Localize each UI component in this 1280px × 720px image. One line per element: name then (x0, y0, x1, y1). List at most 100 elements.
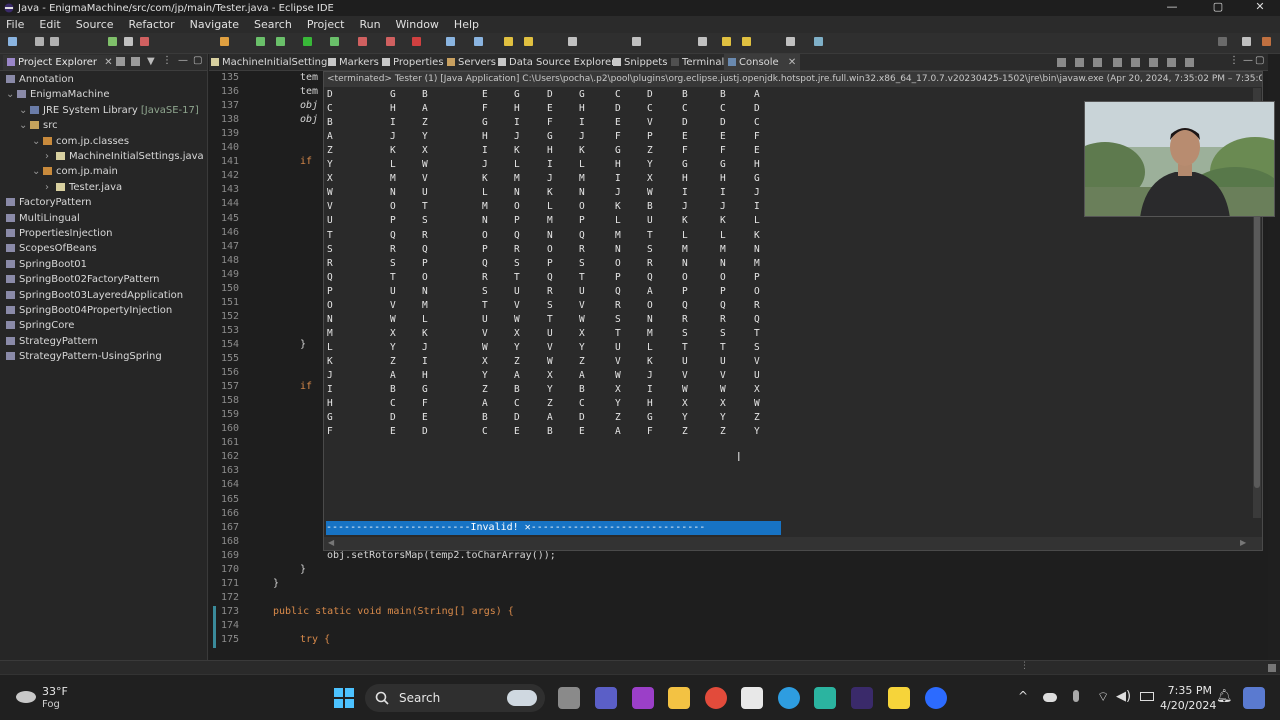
close-tab-icon[interactable]: ✕ (104, 57, 112, 68)
sticky-notes-icon[interactable] (888, 687, 910, 709)
tree-item[interactable]: StrategyPattern (6, 334, 98, 349)
app-icon[interactable] (814, 687, 836, 709)
pin-console-icon[interactable] (1149, 58, 1158, 67)
menu-window[interactable]: Window (396, 18, 439, 31)
toolbar-search-icon[interactable] (1218, 37, 1227, 46)
console-clear-icon[interactable] (1093, 58, 1102, 67)
tree-item[interactable]: ⌄ EnigmaMachine (6, 87, 110, 102)
scroll-right-icon[interactable]: ▶ (1240, 538, 1246, 547)
tree-item[interactable]: SpringBoot01 (6, 257, 87, 272)
menu-edit[interactable]: Edit (39, 18, 60, 31)
maximize-button[interactable]: ▢ (1200, 0, 1236, 16)
view-menu-console-icon[interactable]: ⋮ (1229, 55, 1239, 66)
word-wrap-icon[interactable] (1131, 58, 1140, 67)
microphone-icon[interactable] (1073, 690, 1079, 702)
tab-snippets[interactable]: Snippets (613, 54, 667, 71)
view-menu-icon[interactable]: ⋮ (162, 55, 172, 66)
tab-terminal[interactable]: Terminal (671, 54, 724, 71)
volume-icon[interactable]: ◀) (1116, 689, 1131, 704)
pin-icon[interactable] (814, 37, 823, 46)
tree-item[interactable]: ScopesOfBeans (6, 241, 97, 256)
save-icon[interactable] (35, 37, 44, 46)
edit-pencil-icon[interactable] (524, 37, 533, 46)
close-window-button[interactable]: ✕ (1242, 0, 1278, 16)
menu-project[interactable]: Project (307, 18, 345, 31)
copilot-icon[interactable] (1243, 687, 1265, 709)
menu-file[interactable]: File (6, 18, 24, 31)
file-explorer-icon[interactable] (668, 687, 690, 709)
system-clock[interactable]: 7:35 PM 4/20/2024 (1160, 683, 1216, 713)
toggle-breakpoint-icon[interactable] (412, 37, 421, 46)
tab-machine-initial-settings[interactable]: MachineInitialSetting (211, 54, 327, 71)
menu-search[interactable]: Search (254, 18, 292, 31)
tree-item[interactable]: SpringBoot02FactoryPattern (6, 272, 160, 287)
tree-item[interactable]: ⌄ JRE System Library [JavaSE-17] (19, 103, 199, 118)
tree-expander-icon[interactable]: ⌄ (19, 118, 28, 133)
store-icon[interactable] (741, 687, 763, 709)
project-explorer-tab[interactable]: Project Explorer ✕ (3, 55, 117, 70)
tree-expander-icon[interactable]: › (45, 149, 54, 164)
new-class-icon[interactable] (474, 37, 483, 46)
progress-view-icon[interactable] (1268, 664, 1276, 672)
notifications-bell-icon[interactable]: 🔔︎ (1216, 689, 1233, 704)
scroll-lock-icon[interactable] (1113, 58, 1122, 67)
scroll-left-icon[interactable]: ◀ (328, 538, 334, 547)
perspective-icon[interactable] (1242, 37, 1251, 46)
teams-icon[interactable] (595, 687, 617, 709)
tree-item[interactable]: › MachineInitialSettings.java (45, 149, 204, 164)
tree-item[interactable]: SpringBoot04PropertyInjection (6, 303, 172, 318)
tree-item[interactable]: SpringBoot03LayeredApplication (6, 288, 183, 303)
tab-properties[interactable]: Properties (382, 54, 444, 71)
tree-item[interactable]: ⌄ com.jp.main (32, 164, 118, 179)
menu-navigate[interactable]: Navigate (190, 18, 239, 31)
new-icon[interactable] (8, 37, 17, 46)
close-console-tab-icon[interactable]: ✕ (788, 57, 796, 68)
tree-item[interactable]: SpringCore (6, 318, 74, 333)
menu-help[interactable]: Help (454, 18, 479, 31)
tree-expander-icon[interactable]: ⌄ (32, 134, 41, 149)
taskbar-search-box[interactable]: Search (365, 684, 545, 712)
tree-item[interactable]: MultiLingual (6, 211, 80, 226)
link-editor-icon[interactable] (131, 57, 140, 66)
tab-servers[interactable]: Servers (447, 54, 496, 71)
run-icon[interactable] (303, 37, 312, 46)
eclipse-taskbar-icon[interactable] (851, 687, 873, 709)
console-remove-icon[interactable] (1075, 58, 1084, 67)
battery-icon[interactable] (1140, 692, 1154, 701)
tab-markers[interactable]: Markers (328, 54, 379, 71)
tree-item[interactable]: Annotation (6, 72, 74, 87)
next-edit-icon[interactable] (698, 37, 707, 46)
onedrive-icon[interactable] (1043, 693, 1057, 702)
tab-console[interactable]: Console ✕ (724, 54, 801, 71)
menu-source[interactable]: Source (76, 18, 114, 31)
zoom-icon[interactable] (925, 687, 947, 709)
navigate-forward-icon[interactable] (786, 37, 795, 46)
stop-icon[interactable] (358, 37, 367, 46)
annotation-icon[interactable] (632, 37, 641, 46)
forward-arrow-icon[interactable] (742, 37, 751, 46)
maximize-console-icon[interactable]: ▢ (1255, 55, 1264, 66)
tree-item[interactable]: › Tester.java (45, 180, 122, 195)
tree-item[interactable]: ⌄ com.jp.classes (32, 134, 129, 149)
back-arrow-icon[interactable] (722, 37, 731, 46)
minimize-button[interactable]: — (1154, 0, 1190, 16)
task-view-icon[interactable] (558, 687, 580, 709)
run-history-icon[interactable] (330, 37, 339, 46)
tree-item[interactable]: FactoryPattern (6, 195, 92, 210)
show-hidden-icons-icon[interactable]: ^ (1018, 689, 1028, 703)
tab-data-source-explorer[interactable]: Data Source Explorer (498, 54, 615, 71)
open-folder-icon[interactable] (504, 37, 513, 46)
resume-icon[interactable] (108, 37, 117, 46)
minimize-view-icon[interactable]: — (178, 55, 188, 66)
meeting-app-icon[interactable] (632, 687, 654, 709)
tree-expander-icon[interactable]: › (45, 180, 54, 195)
console-stop-icon[interactable] (1057, 58, 1066, 67)
tree-expander-icon[interactable]: ⌄ (32, 164, 41, 179)
tree-expander-icon[interactable]: ⌄ (6, 87, 15, 102)
open-type-icon[interactable] (446, 37, 455, 46)
wifi-icon[interactable]: ⌔ (1097, 689, 1109, 705)
search-toolbar-icon[interactable] (568, 37, 577, 46)
edge-icon[interactable] (778, 687, 800, 709)
console-horizontal-scrollbar[interactable]: ◀ ▶ (324, 537, 1262, 550)
windows-start-icon[interactable] (334, 688, 354, 708)
